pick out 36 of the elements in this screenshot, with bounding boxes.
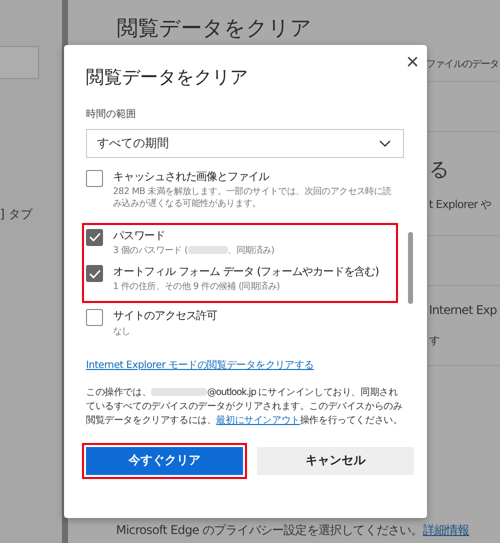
item-description: なし [113,326,132,338]
section-heading: る [429,156,448,182]
setting-text: t Explorer や [429,196,492,212]
page-heading: 閲覧データをクリア [117,15,313,42]
checkbox-label: オートフィル フォーム データ (フォームやカードを含む) [113,265,379,280]
checkbox-label: パスワード [113,228,166,243]
clear-now-button[interactable]: 今すぐクリア [86,446,243,475]
close-button[interactable]: × [406,51,419,73]
checkbox[interactable] [86,228,103,246]
checkbox-label: サイトのアクセス許可 [113,309,218,324]
details-link[interactable]: 詳細情報 [422,523,470,537]
privacy-text: Microsoft Edge のプライバシー設定を選択してください。詳細情報 [116,522,470,539]
search-field[interactable] [0,46,39,79]
setting-text: す [429,333,440,348]
checkbox[interactable] [86,265,103,282]
checkmark-icon [88,232,100,242]
sign-out-link[interactable]: 最初にサインアウト [216,415,300,426]
item-description: 1 件の住所、その他 9 件の候補 (同期済み) [113,281,281,294]
time-range-dropdown[interactable]: すべての期間 [86,129,404,158]
redacted-text [151,388,208,396]
field-label: 時間の範囲 [86,108,137,121]
item-description: 282 MB 未満を解放します。一部のサイトでは、次回のアクセス時に読み込みが遅くなる可能性があります。 [113,186,392,211]
setting-text: Internet Exp [429,303,497,317]
dialog-title: 閲覧データをクリア [86,66,248,89]
sync-notice-text: この操作では、 @outlook.jp にサインインしており、同期されているすべてのデバイスのデータがクリアされます。このデバイスからのみ閲覧データをクリアするには、最初にサインアウト 操作を行ってください。 [86,386,404,428]
scrollbar-thumb[interactable] [408,232,413,304]
ie-mode-link[interactable]: Internet Explorer モードの閲覧データをクリアする [86,358,405,372]
checkmark-icon [88,268,100,279]
checkbox[interactable] [86,170,103,187]
sidebar-text: ] タブ [0,206,34,223]
cancel-button[interactable]: キャンセル [257,446,414,475]
checkbox[interactable] [86,309,103,326]
item-description: 3 個のパスワード ( 、同期済み) [113,244,274,258]
checkbox-label: キャッシュされた画像とファイル [113,170,270,184]
chevron-down-icon [379,140,391,147]
setting-text: ファイルのデータ [426,58,499,70]
